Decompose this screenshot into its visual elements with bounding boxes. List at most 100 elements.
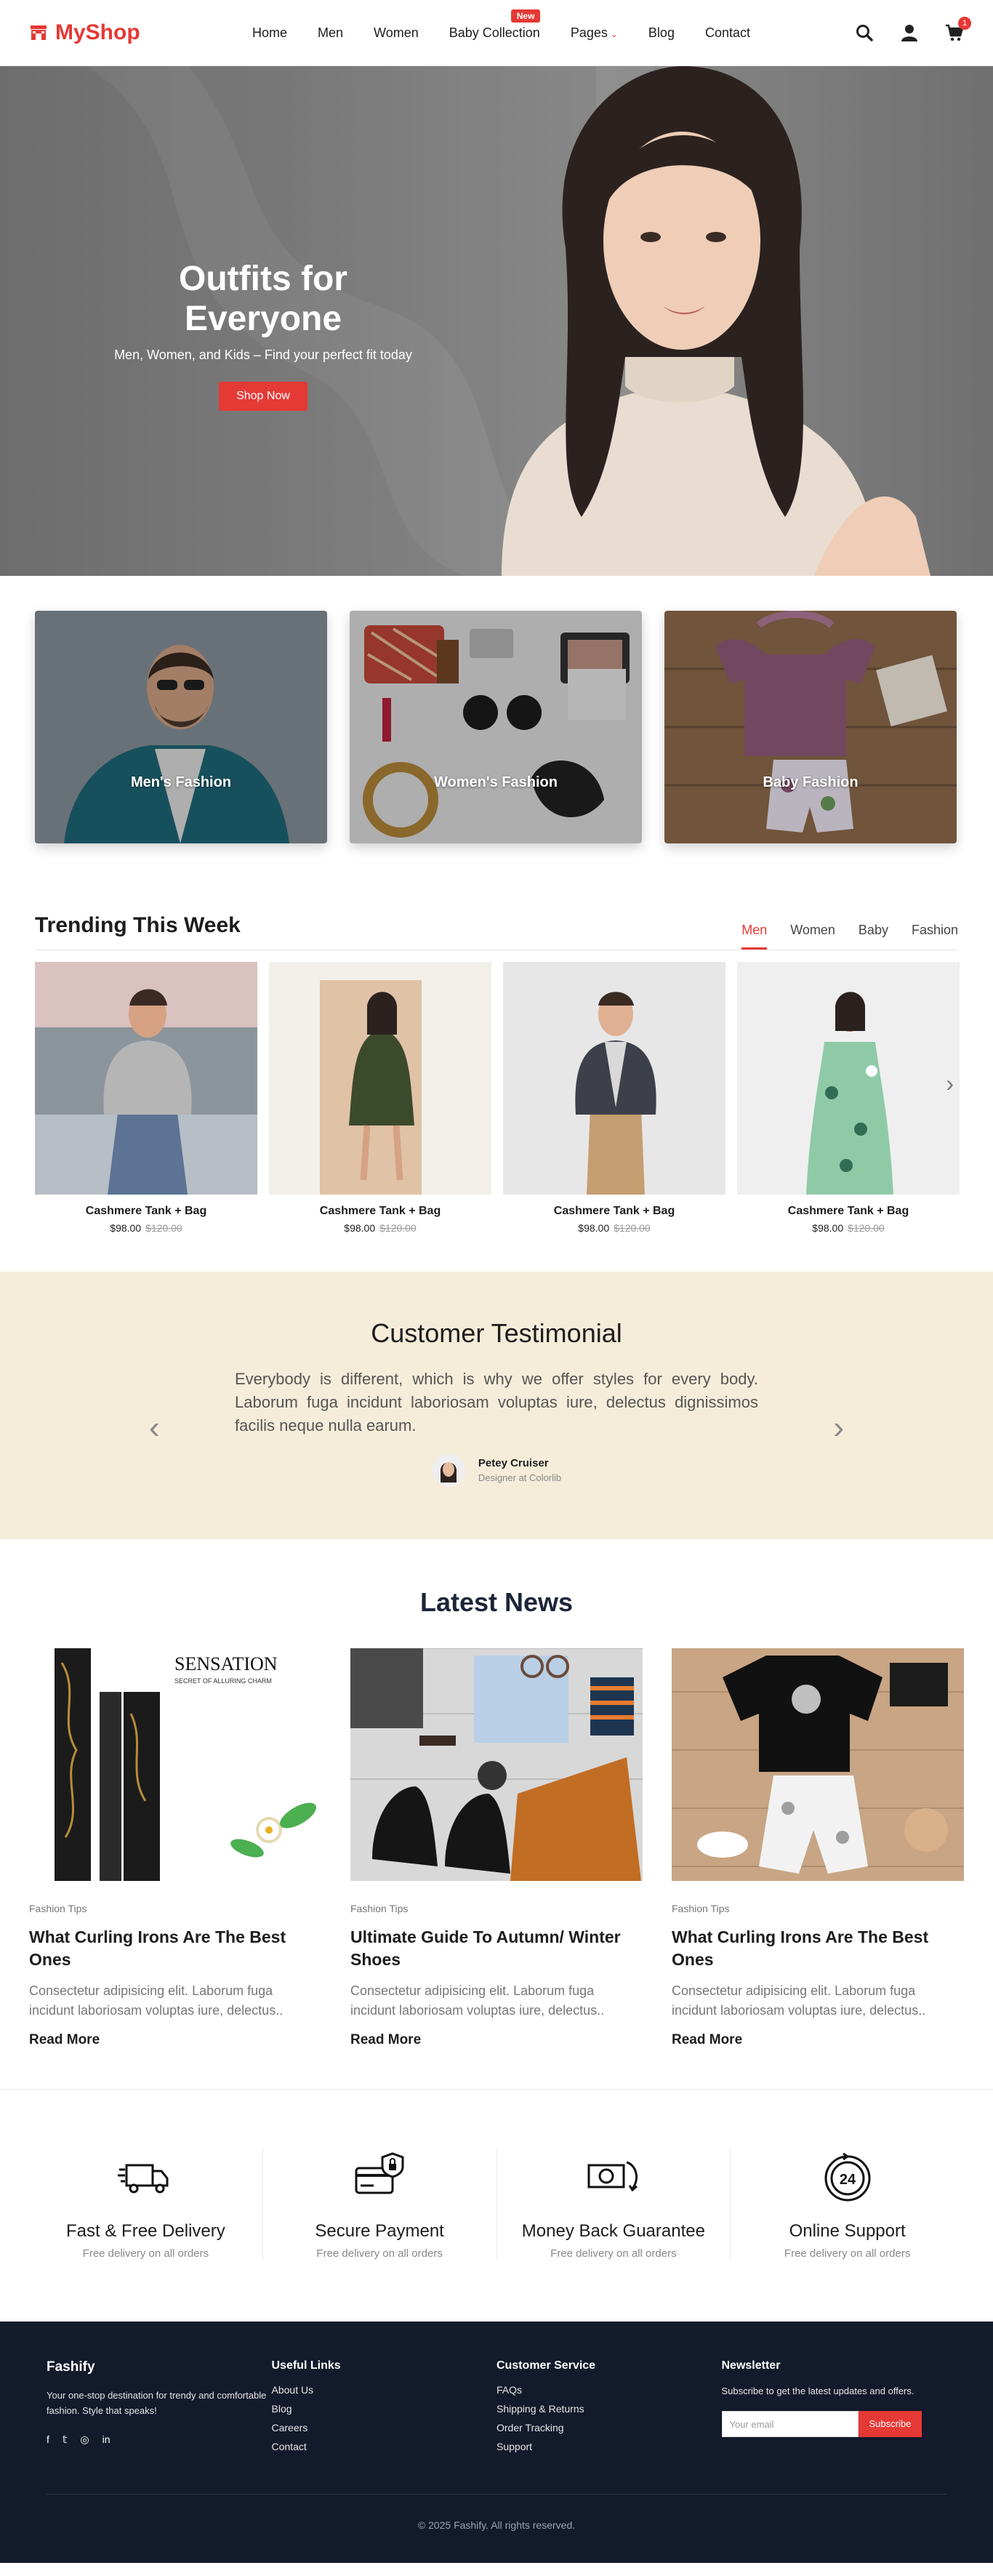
news-grid: SENSATION SECRET OF ALLURING CHARM Fashi… [0, 1618, 993, 2048]
instagram-icon[interactable]: ◎ [80, 2433, 89, 2446]
user-icon[interactable] [900, 23, 919, 42]
tab-fashion[interactable]: Fashion [912, 923, 958, 938]
logo-text: MyShop [55, 20, 140, 44]
tab-men[interactable]: Men [741, 923, 768, 950]
feature-subtitle: Free delivery on all orders [316, 2247, 443, 2260]
footer-brand-column: Fashify Your one-stop destination for tr… [47, 2359, 272, 2460]
carousel-next-icon[interactable]: › [946, 1070, 954, 1097]
cart-button[interactable]: 1 [945, 17, 971, 42]
footer-link[interactable]: About Us [272, 2384, 497, 2396]
product-photo [35, 962, 257, 1195]
footer-heading: Newsletter [721, 2359, 781, 2372]
news-image[interactable] [672, 1648, 964, 1881]
footer-heading: Customer Service [496, 2359, 596, 2372]
category-card-women[interactable]: Women's Fashion [350, 611, 642, 843]
testimonial-prev-icon[interactable]: ‹ [149, 1410, 160, 1446]
testimonial-author: Petey Cruiser Designer at Colorlib [0, 1453, 993, 1487]
linkedin-icon[interactable]: in [102, 2433, 110, 2446]
store-icon [31, 25, 47, 40]
facebook-icon[interactable]: f [47, 2433, 49, 2446]
news-image-subtitle: SECRET OF ALLURING CHARM [174, 1677, 272, 1685]
testimonial-next-icon[interactable]: › [833, 1410, 844, 1446]
menu-item-women[interactable]: Women [374, 25, 419, 41]
footer-link[interactable]: Shipping & Returns [496, 2403, 722, 2415]
menu-item-label: Pages [570, 25, 608, 40]
tab-women[interactable]: Women [790, 923, 835, 938]
logo[interactable]: MyShop [29, 20, 140, 45]
product-card[interactable]: Cashmere Tank + Bag $98.00 $120.00 [35, 962, 257, 1234]
svg-text:24: 24 [840, 2172, 856, 2188]
trending-section: Trending This Week Men Women Baby Fashio… [0, 913, 993, 1234]
chevron-down-icon: ⌄ [610, 29, 618, 39]
read-more-link[interactable]: Read More [29, 2032, 321, 2048]
footer-useful-links: Useful Links About Us Blog Careers Conta… [272, 2359, 497, 2460]
footer-link[interactable]: Careers [272, 2422, 497, 2433]
read-more-link[interactable]: Read More [672, 2032, 964, 2048]
menu-item-men[interactable]: Men [318, 25, 343, 41]
category-card-baby[interactable]: Baby Fashion [664, 611, 957, 843]
footer-link[interactable]: Blog [272, 2403, 497, 2415]
trending-header: Trending This Week Men Women Baby Fashio… [35, 913, 958, 950]
category-cards: Men's Fashion Women's Fashion Baby Fashi… [0, 576, 993, 843]
author-name: Petey Cruiser [478, 1456, 549, 1469]
news-title[interactable]: What Curling Irons Are The Best Ones [29, 1926, 321, 1971]
feature-online-support: 24 Online Support Free delivery on all o… [731, 2148, 964, 2260]
footer-newsletter: Newsletter Subscribe to get the latest u… [721, 2359, 947, 2460]
product-card[interactable]: Cashmere Tank + Bag $98.00 $120.00 [269, 962, 491, 1234]
footer-divider [47, 2494, 946, 2495]
search-icon[interactable] [855, 23, 874, 42]
news-photo: SENSATION SECRET OF ALLURING CHARM [29, 1648, 321, 1881]
menu-item-blog[interactable]: Blog [648, 25, 675, 41]
cart-count-badge: 1 [958, 17, 971, 30]
product-name: Cashmere Tank + Bag [553, 1205, 675, 1217]
news-title[interactable]: What Curling Irons Are The Best Ones [672, 1926, 964, 1971]
money-back-icon [587, 2161, 638, 2192]
news-photo [350, 1648, 643, 1881]
newsletter-text: Subscribe to get the latest updates and … [721, 2386, 914, 2397]
subscribe-button[interactable]: Subscribe [858, 2410, 922, 2437]
tab-baby[interactable]: Baby [859, 923, 888, 938]
news-category[interactable]: Fashion Tips [350, 1903, 643, 1914]
shop-now-button[interactable]: Shop Now [219, 382, 307, 411]
category-label: Men's Fashion [130, 774, 232, 790]
read-more-link[interactable]: Read More [350, 2032, 643, 2048]
menu-item-baby-collection[interactable]: Baby Collection New [449, 9, 541, 41]
testimonial-section: Customer Testimonial Everybody is differ… [0, 1272, 993, 1539]
news-category[interactable]: Fashion Tips [672, 1903, 964, 1914]
old-price: $120.00 [379, 1222, 417, 1234]
men-fashion-image [35, 611, 327, 843]
footer-link[interactable]: FAQs [496, 2384, 722, 2396]
product-card[interactable]: Cashmere Tank + Bag $98.00 $120.00 [737, 962, 960, 1234]
category-card-men[interactable]: Men's Fashion [35, 611, 327, 843]
footer-link-list: About Us Blog Careers Contact [272, 2384, 497, 2452]
product-price: $98.00 $120.00 [737, 1222, 960, 1234]
footer-link[interactable]: Contact [272, 2441, 497, 2452]
menu-item-label: Baby Collection [449, 25, 540, 40]
news-title[interactable]: Ultimate Guide To Autumn/ Winter Shoes [350, 1926, 643, 1971]
footer-link[interactable]: Order Tracking [496, 2422, 722, 2433]
twitter-icon[interactable]: 𝕥 [63, 2433, 68, 2446]
product-card[interactable]: Cashmere Tank + Bag $98.00 $120.00 [503, 962, 725, 1234]
menu-item-pages[interactable]: Pages ⌄ [571, 25, 618, 41]
author-info: Petey Cruiser Designer at Colorlib [478, 1457, 561, 1483]
news-image[interactable]: SENSATION SECRET OF ALLURING CHARM [29, 1648, 321, 1881]
avatar [431, 1453, 465, 1487]
newsletter-email-input[interactable]: Your email [721, 2410, 859, 2437]
menu-item-home[interactable]: Home [252, 25, 287, 41]
feature-delivery: Fast & Free Delivery Free delivery on al… [29, 2148, 263, 2261]
news-image[interactable] [350, 1648, 643, 1881]
footer-link[interactable]: Support [496, 2441, 722, 2452]
feature-secure-payment: Secure Payment Free delivery on all orde… [263, 2148, 497, 2261]
hero-subtitle: Men, Women, and Kids – Find your perfect… [114, 348, 412, 362]
product-name: Cashmere Tank + Bag [85, 1205, 207, 1217]
news-photo [672, 1648, 964, 1881]
menu-item-contact[interactable]: Contact [705, 25, 750, 41]
news-category[interactable]: Fashion Tips [29, 1903, 321, 1914]
site-footer: Fashify Your one-stop destination for tr… [0, 2322, 993, 2564]
news-image-title: SENSATION [174, 1653, 278, 1674]
product-price: $98.00 $120.00 [35, 1222, 257, 1234]
main-menu: Home Men Women Baby Collection New Pages… [252, 0, 750, 66]
trending-tabs: Men Women Baby Fashion [741, 923, 958, 950]
feature-money-back: Money Back Guarantee Free delivery on al… [497, 2148, 731, 2261]
author-role: Designer at Colorlib [478, 1472, 562, 1483]
